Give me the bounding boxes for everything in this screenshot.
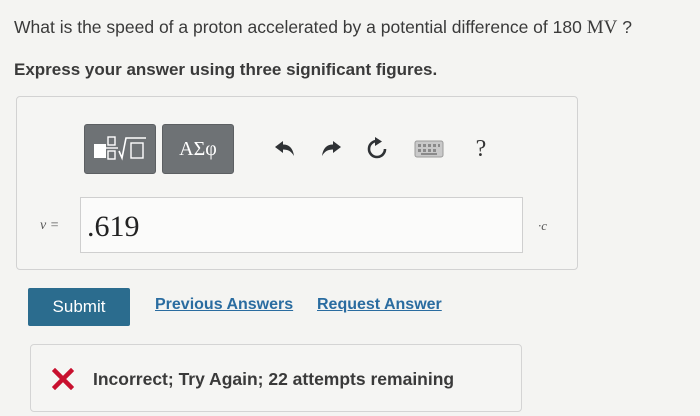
- instruction-text: Express your answer using three signific…: [14, 60, 438, 79]
- symbols-button[interactable]: ΑΣφ: [162, 124, 234, 174]
- reset-button[interactable]: [354, 124, 400, 174]
- unit-label: ·c: [538, 218, 548, 233]
- request-answer-link[interactable]: Request Answer: [317, 296, 442, 314]
- redo-icon: [322, 141, 341, 156]
- question-text: What is the speed of a proton accelerate…: [14, 17, 694, 39]
- keyboard-button[interactable]: [400, 124, 458, 174]
- undo-button[interactable]: [262, 124, 308, 174]
- question-text-before: What is the speed of a proton accelerate…: [14, 17, 587, 37]
- submit-button[interactable]: Submit: [28, 288, 130, 326]
- variable-label: v =: [40, 218, 60, 233]
- help-button[interactable]: ?: [458, 124, 504, 174]
- fraction-sqrt-icon: [94, 136, 146, 161]
- reset-icon: [367, 137, 387, 159]
- answer-input[interactable]: .619: [80, 197, 523, 253]
- redo-button[interactable]: [308, 124, 354, 174]
- math-toolbar: ΑΣφ ?: [84, 124, 504, 174]
- previous-answers-link[interactable]: Previous Answers: [155, 296, 293, 314]
- templates-button[interactable]: [84, 124, 156, 174]
- question-text-after: ?: [617, 17, 632, 37]
- question-unit: MV: [586, 17, 618, 38]
- x-icon: [51, 367, 75, 394]
- keyboard-icon: [414, 140, 444, 158]
- undo-icon: [275, 141, 294, 156]
- feedback-message: Incorrect; Try Again; 22 attempts remain…: [93, 369, 455, 389]
